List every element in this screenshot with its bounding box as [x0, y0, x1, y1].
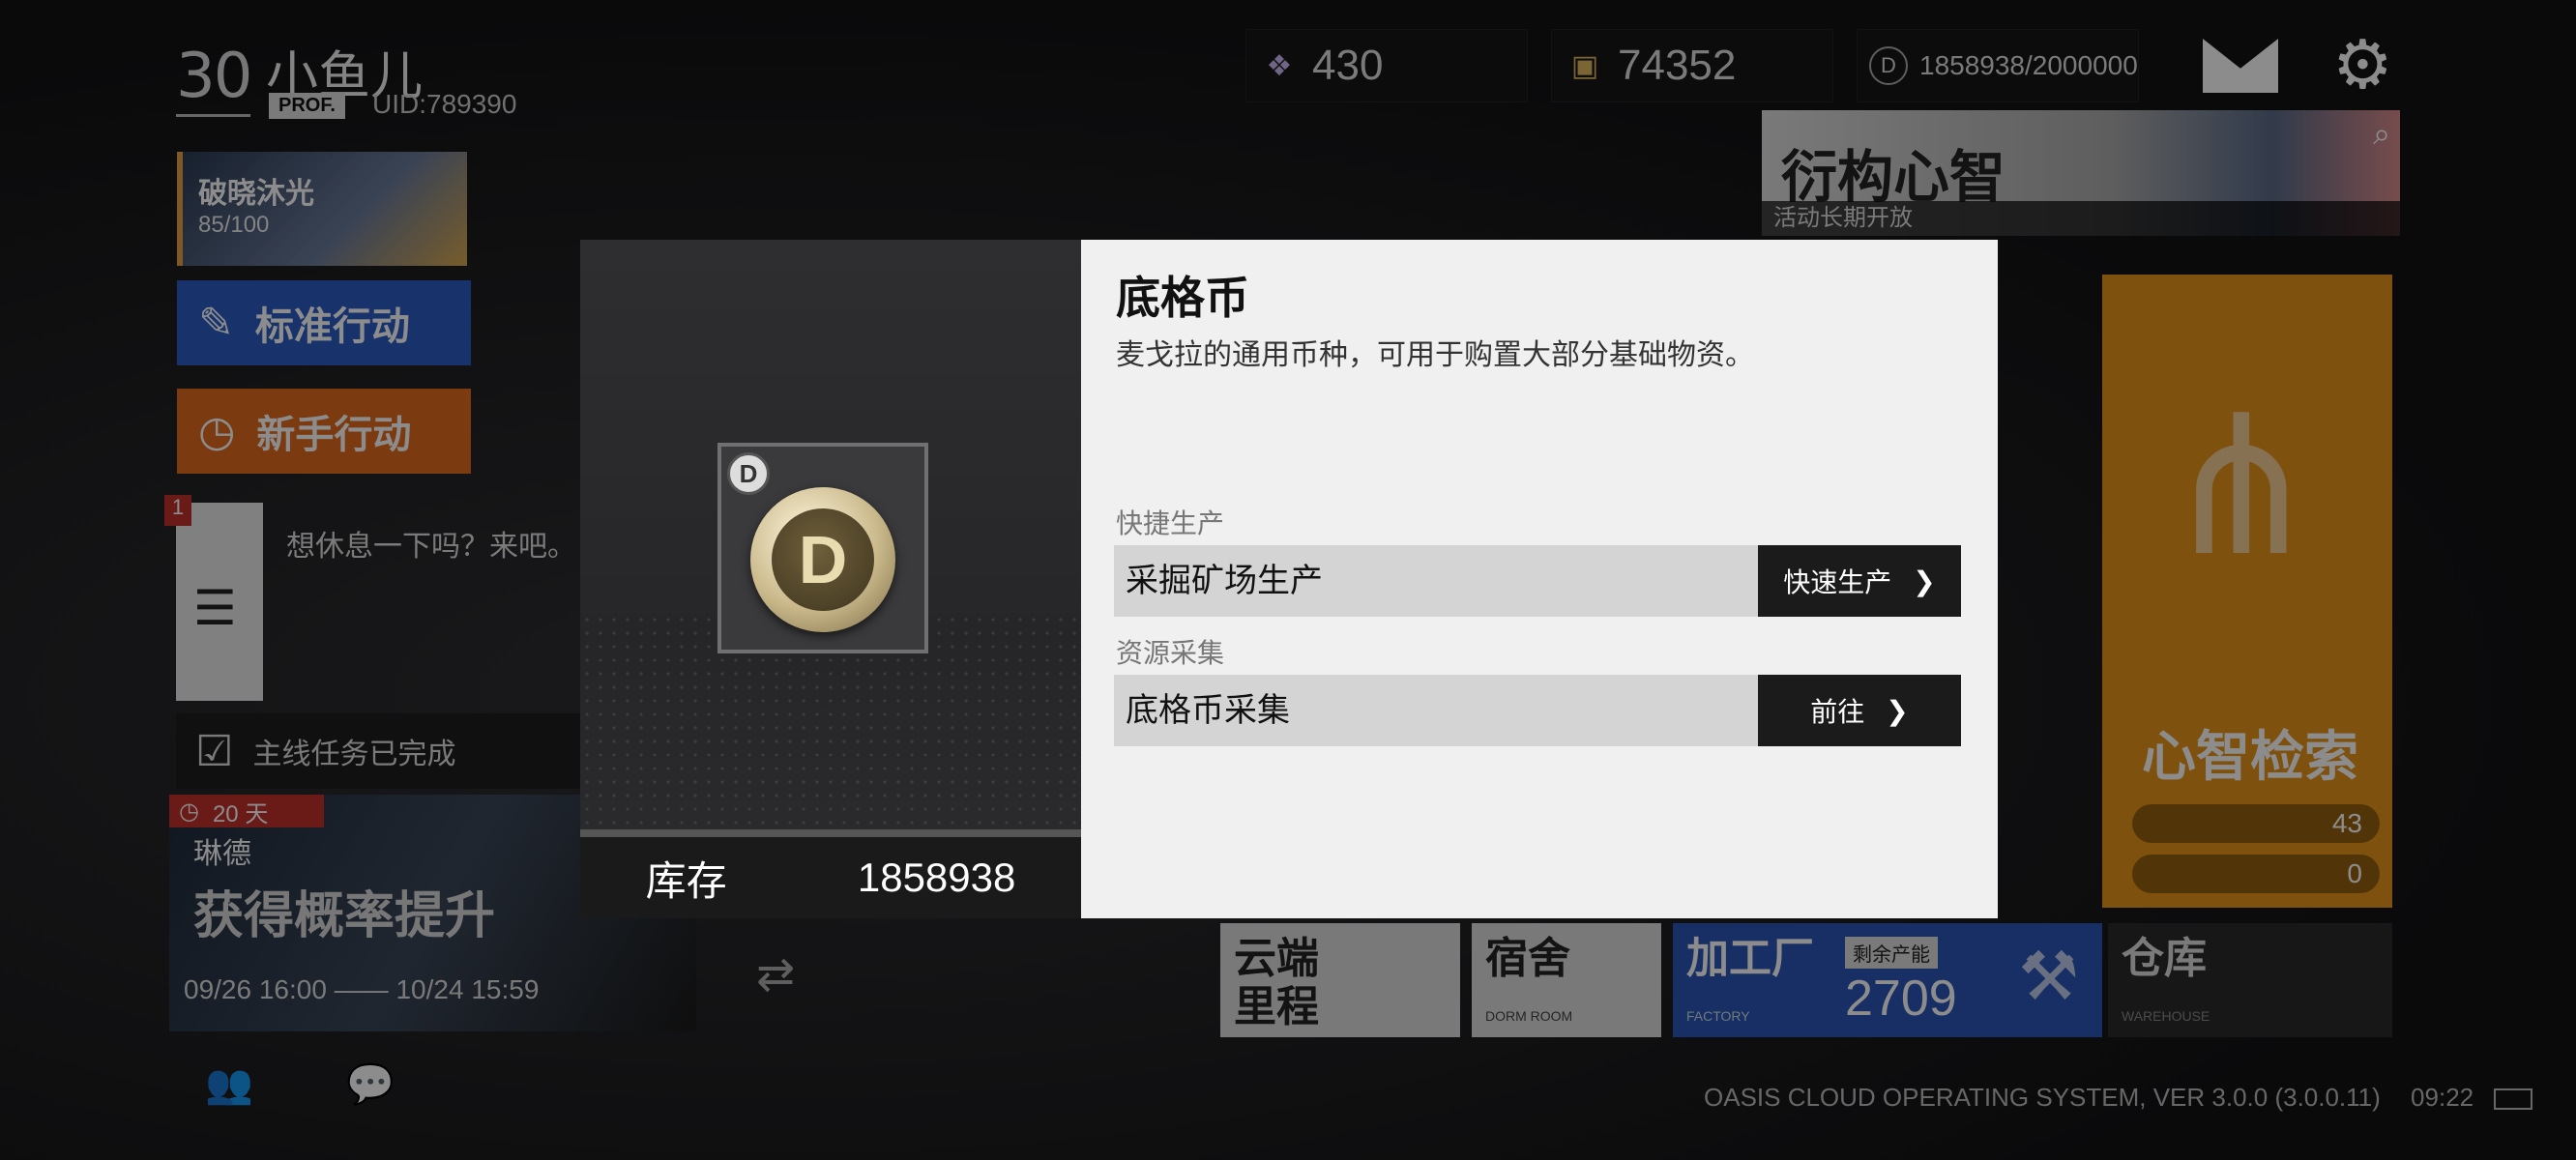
- warehouse-tile[interactable]: 仓库 WAREHOUSE: [2108, 923, 2392, 1037]
- quick-production-label: 采掘矿场生产: [1126, 563, 1323, 599]
- quick-production-button-label: 快速生产: [1783, 567, 1892, 597]
- coin-icon: D: [1869, 46, 1908, 85]
- list-icon: ☰: [193, 581, 237, 635]
- factory-capacity-label: 剩余产能: [1845, 937, 1938, 969]
- edit-icon: ✎: [198, 299, 234, 347]
- neural-count-1: 43: [2132, 804, 2380, 843]
- material-icon: ▣: [1570, 49, 1599, 82]
- friends-icon[interactable]: 👥: [205, 1061, 253, 1107]
- event-days-label: 20 天: [212, 800, 269, 827]
- standard-action-label: 标准行动: [254, 305, 410, 348]
- system-version: OASIS CLOUD OPERATING SYSTEM, VER 3.0.0 …: [1704, 1083, 2381, 1112]
- dorm-title: 宿舍: [1485, 935, 1570, 982]
- rest-panel[interactable]: ☰: [176, 503, 263, 701]
- event-timer: ◷ 20 天: [169, 795, 324, 827]
- material-counter[interactable]: ▣ 74352: [1551, 29, 1833, 102]
- factory-subtitle: FACTORY: [1686, 1008, 1750, 1024]
- rest-badge: 1: [164, 495, 191, 526]
- neural-count-2: 0: [2132, 855, 2380, 893]
- chevron-right-icon: ❯: [1913, 566, 1936, 596]
- factory-capacity-value: 2709: [1845, 971, 1957, 1027]
- item-icon-frame: D D: [717, 443, 928, 653]
- coin-icon: D: [750, 487, 895, 632]
- banner-card-progress: 85/100: [198, 212, 270, 238]
- event-character-name: 琳德: [193, 838, 251, 870]
- swap-icon[interactable]: ⇄: [756, 947, 795, 1001]
- stock-label: 库存: [645, 857, 727, 904]
- activity-banner-sub: 活动长期开放: [1762, 201, 2400, 236]
- stock-bar: 库存 1858938: [580, 829, 1081, 918]
- stock-value: 1858938: [857, 855, 1016, 900]
- chevron-right-icon: ❯: [1886, 695, 1909, 726]
- newbie-action-button[interactable]: ◷ 新手行动: [177, 389, 471, 474]
- currency-badge-icon: D: [727, 452, 770, 495]
- quick-production-button[interactable]: 快速生产 ❯: [1758, 545, 1961, 617]
- resource-collect-label: 底格币采集: [1126, 692, 1290, 729]
- player-uid: UID:789390: [372, 89, 517, 119]
- section-quick-production: 快捷生产: [1116, 508, 1225, 538]
- dorm-subtitle: DORM ROOM: [1485, 1008, 1573, 1024]
- standard-action-button[interactable]: ✎ 标准行动: [177, 280, 471, 365]
- search-icon[interactable]: ⌕: [2373, 116, 2390, 153]
- warehouse-title: 仓库: [2122, 935, 2207, 982]
- factory-tile[interactable]: 加工厂 FACTORY 剩余产能 2709 ⚒: [1673, 923, 2102, 1037]
- warehouse-subtitle: WAREHOUSE: [2122, 1008, 2210, 1024]
- goto-button-label: 前往: [1810, 697, 1865, 727]
- clipboard-icon: ☑: [195, 727, 234, 775]
- coin-counter[interactable]: D 1858938/2000000: [1857, 29, 2139, 102]
- coin-value: 1858938/2000000: [1919, 50, 2138, 80]
- neural-search-title: 心智检索: [2142, 726, 2358, 787]
- coin-emblem: D: [772, 508, 874, 611]
- player-level: 30: [176, 41, 252, 117]
- event-title: 获得概率提升: [193, 888, 496, 944]
- cloud-title: 云端 里程: [1234, 935, 1319, 1030]
- goto-button[interactable]: 前往 ❯: [1758, 675, 1961, 746]
- clock-icon: ◷: [179, 798, 199, 825]
- crystal-icon: ❖: [1266, 49, 1293, 82]
- cloud-tile[interactable]: 云端 里程: [1220, 923, 1460, 1037]
- mission-status[interactable]: ☑ 主线任务已完成: [176, 713, 582, 789]
- system-status: OASIS CLOUD OPERATING SYSTEM, VER 3.0.0 …: [1704, 1083, 2533, 1113]
- trident-icon: ⋔: [2160, 379, 2323, 594]
- banner-card-title: 破晓沐光: [198, 178, 314, 210]
- dorm-tile[interactable]: 宿舍 DORM ROOM: [1472, 923, 1661, 1037]
- activity-banner[interactable]: 衍构心智 活动长期开放 ⌕: [1762, 110, 2400, 236]
- factory-title: 加工厂: [1686, 935, 1814, 982]
- clock-time: 09:22: [2411, 1083, 2474, 1112]
- material-value: 74352: [1618, 42, 1737, 89]
- chat-icon[interactable]: 💬: [346, 1061, 395, 1107]
- resource-collect-row: 底格币采集 前往 ❯: [1114, 675, 1961, 746]
- mission-text: 主线任务已完成: [252, 739, 456, 770]
- event-dates: 09/26 16:00 —— 10/24 15:59: [184, 974, 540, 1004]
- gear-icon[interactable]: ⚙: [2332, 31, 2393, 99]
- battery-icon: [2494, 1088, 2533, 1111]
- event-banner-card[interactable]: 破晓沐光 85/100: [177, 152, 467, 266]
- crystal-value: 430: [1312, 42, 1384, 89]
- prof-badge: PROF.: [269, 93, 345, 119]
- tools-icon: ⚒: [2018, 939, 2079, 1014]
- item-title: 底格币: [1116, 273, 1249, 323]
- quick-production-row: 采掘矿场生产 快速生产 ❯: [1114, 545, 1961, 617]
- item-detail-panel: 底格币 麦戈拉的通用币种，可用于购置大部分基础物资。 快捷生产 采掘矿场生产 快…: [1081, 240, 1998, 918]
- crystal-counter[interactable]: ❖ 430: [1245, 29, 1528, 102]
- section-resource-collect: 资源采集: [1116, 638, 1225, 668]
- item-description: 麦戈拉的通用币种，可用于购置大部分基础物资。: [1116, 339, 1754, 371]
- rest-text: 想休息一下吗？来吧。: [286, 531, 576, 563]
- timer-icon: ◷: [198, 407, 236, 455]
- newbie-action-label: 新手行动: [256, 414, 412, 456]
